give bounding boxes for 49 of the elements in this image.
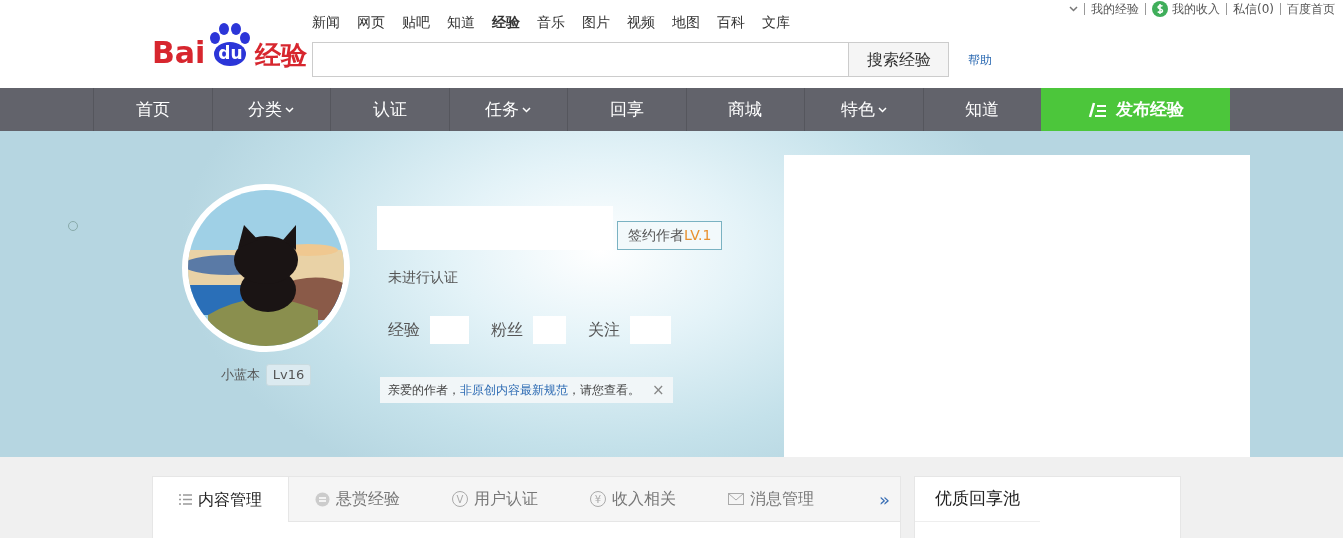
stat-label: 关注	[588, 319, 620, 341]
tab[interactable]: 悬赏经验	[289, 477, 426, 521]
search-category-tab[interactable]: 视频	[627, 12, 655, 33]
top-link[interactable]: 百度首页	[1287, 0, 1335, 18]
stat-label: 粉丝	[491, 319, 523, 341]
search-category-tab[interactable]: 贴吧	[402, 12, 430, 33]
level-tag: Lv16	[265, 364, 312, 386]
search-category-tab[interactable]: 网页	[357, 12, 385, 33]
blank-area	[430, 316, 469, 344]
search-category-tab[interactable]: 地图	[672, 12, 700, 33]
search-button[interactable]: 搜索经验	[848, 42, 949, 77]
username[interactable]: 小蓝本	[220, 365, 260, 385]
envelope-icon	[728, 493, 744, 505]
logo-text: du	[214, 42, 247, 66]
blank-area	[533, 316, 566, 344]
logo-text: Bai	[152, 38, 206, 68]
caret-icon	[522, 106, 532, 113]
search-category-tab[interactable]: 百科	[717, 12, 745, 33]
caret-icon	[877, 106, 887, 113]
logo[interactable]: Bai du 经验	[152, 22, 308, 68]
more-button[interactable]: »	[869, 477, 900, 521]
search-category-tab[interactable]: 图片	[582, 12, 610, 33]
top-link[interactable]: 私信(0)	[1233, 0, 1274, 18]
tab[interactable]: ¥ 收入相关	[564, 477, 702, 521]
dropdown-icon[interactable]	[1069, 6, 1078, 12]
tab[interactable]: V 用户认证	[426, 477, 564, 521]
help-link[interactable]: 帮助	[968, 50, 992, 69]
author-tag: 签约作者LV.1	[617, 221, 723, 250]
panel-title: 优质回享池	[915, 477, 1040, 522]
search-category-tab[interactable]: 知道	[447, 12, 475, 33]
notice-link[interactable]: 非原创内容最新规范	[460, 383, 568, 397]
tab[interactable]: 内容管理	[153, 477, 289, 522]
notice-text: 亲爱的作者，非原创内容最新规范，请您查看。	[388, 382, 640, 399]
coin-icon	[315, 491, 330, 507]
search-category-tab[interactable]: 经验	[492, 12, 520, 33]
list-icon	[179, 494, 192, 505]
logo-text: 经验	[255, 42, 308, 68]
stat-label: 经验	[388, 319, 420, 341]
tab[interactable]: 消息管理	[702, 477, 840, 521]
top-link[interactable]: 我的经验	[1091, 0, 1139, 18]
search-category-tab[interactable]: 新闻	[312, 12, 340, 33]
search-category-tab[interactable]: 音乐	[537, 12, 565, 33]
search-category-tab[interactable]: 文库	[762, 12, 790, 33]
top-link[interactable]: 我的收入	[1172, 0, 1220, 18]
blank-area	[630, 316, 671, 344]
search-field[interactable]	[312, 42, 848, 77]
caret-icon	[285, 106, 295, 113]
certification-status: 未进行认证	[388, 268, 459, 287]
pen-icon	[1087, 101, 1108, 118]
